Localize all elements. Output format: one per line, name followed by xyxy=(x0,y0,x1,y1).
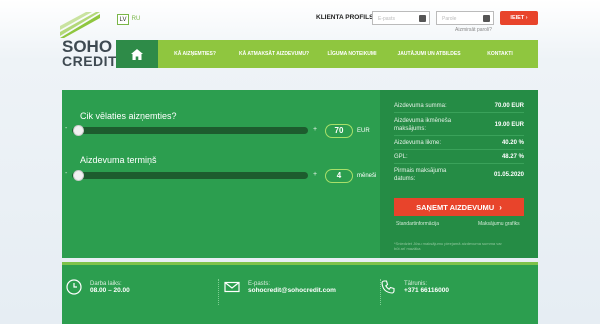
phone-value[interactable]: +371 66116000 xyxy=(404,287,449,294)
summary-label: Aizdevuma likme: xyxy=(394,140,442,146)
lang-ru[interactable]: RU xyxy=(130,14,142,25)
term-slider[interactable]: - xyxy=(65,170,308,181)
amount-unit: EUR xyxy=(357,128,370,134)
password-field[interactable]: Parole xyxy=(436,11,494,25)
logo-text-credit: CREDIT xyxy=(62,53,118,69)
term-slider-handle[interactable] xyxy=(73,170,84,181)
login-button[interactable]: IEIET › xyxy=(500,11,538,25)
amount-slider-handle[interactable] xyxy=(73,125,84,136)
summary-divider xyxy=(394,112,524,113)
nav-contacts[interactable]: KONTAKTI xyxy=(470,51,530,57)
nav-how-to-repay[interactable]: KĀ ATMAKSĀT AIZDEVUMU? xyxy=(232,51,316,57)
chevron-right-icon: › xyxy=(499,202,502,212)
envelope-icon xyxy=(224,281,240,293)
amount-value[interactable]: 70 xyxy=(325,124,353,138)
footer-email: E-pasts: sohocredit@sohocredit.com xyxy=(224,281,336,294)
summary-row: Pirmais maksājuma datums: 01.05.2020 xyxy=(394,167,524,183)
lang-lv[interactable]: LV xyxy=(117,14,129,25)
main-nav: KĀ AIZŅEMTIES? KĀ ATMAKSĀT AIZDEVUMU? LĪ… xyxy=(116,40,538,68)
phone-icon xyxy=(381,280,395,294)
login-button-label: IEIET xyxy=(510,15,525,21)
nav-faq[interactable]: JAUTĀJUMI UN ATBILDES xyxy=(388,51,470,57)
summary-divider xyxy=(394,163,524,164)
amount-question: Cik vēlaties aizņemties? xyxy=(80,111,177,121)
summary-value: 01.05.2020 xyxy=(493,172,524,178)
get-loan-button[interactable]: SAŅEMT AIZDEVUMU › xyxy=(394,198,524,216)
lock-icon xyxy=(483,15,490,22)
logo[interactable]: SOHO CREDIT xyxy=(58,10,118,72)
client-profile-label: KLIENTA PROFILS xyxy=(316,14,374,21)
email-value[interactable]: sohocredit@sohocredit.com xyxy=(248,287,336,294)
summary-label: Aizdevuma summa: xyxy=(394,103,447,109)
term-minus[interactable]: - xyxy=(65,170,67,177)
summary-value: 40.20 % xyxy=(501,140,524,146)
term-value[interactable]: 4 xyxy=(325,169,353,183)
forgot-password-link[interactable]: Aizmirsāt paroli? xyxy=(455,27,492,33)
email-placeholder: E-pasts xyxy=(378,16,395,22)
user-icon xyxy=(419,15,426,22)
footer-hours: Darba laiks: 08.00 – 20.00 xyxy=(66,279,130,295)
amount-minus[interactable]: - xyxy=(65,125,67,132)
standard-info-link[interactable]: Standartinformācija xyxy=(396,221,439,227)
home-icon xyxy=(131,48,143,60)
summary-divider xyxy=(394,149,524,150)
summary-row: Aizdevuma summa: 70.00 EUR xyxy=(394,102,524,110)
summary-row: Aizdevuma ikmēneša maksājums: 19.00 EUR xyxy=(394,117,524,133)
summary-label: Aizdevuma ikmēneša maksājums: xyxy=(394,118,452,132)
home-button[interactable] xyxy=(116,40,158,68)
summary-row: Aizdevuma likme: 40.20 % xyxy=(394,139,524,147)
clock-icon xyxy=(66,279,82,295)
email-field[interactable]: E-pasts xyxy=(372,11,430,25)
summary-value: 70.00 EUR xyxy=(494,103,524,109)
password-placeholder: Parole xyxy=(442,16,457,22)
summary-divider xyxy=(394,135,524,136)
footer-separator xyxy=(218,279,219,305)
term-unit: mēneši xyxy=(357,173,377,179)
footer: Darba laiks: 08.00 – 20.00 E-pasts: soho… xyxy=(62,262,538,324)
term-plus[interactable]: + xyxy=(313,171,317,178)
nav-how-to-borrow[interactable]: KĀ AIZŅEMTIES? xyxy=(158,51,232,57)
summary-value: 19.00 EUR xyxy=(494,122,524,128)
summary-label: Pirmais maksājuma datums: xyxy=(394,168,447,182)
payment-schedule-link[interactable]: Maksājumu grafiks xyxy=(478,221,520,227)
term-question: Aizdevuma termiņš xyxy=(80,155,157,165)
amount-plus[interactable]: + xyxy=(313,126,317,133)
hours-value: 08.00 – 20.00 xyxy=(90,287,130,294)
nav-terms[interactable]: LĪGUMA NOTEIKUMI xyxy=(316,51,388,57)
logo-text-soho: SOHO xyxy=(62,37,113,56)
summary-label: GPL: xyxy=(394,154,408,160)
summary-value: 48.27 % xyxy=(501,154,524,160)
disclaimer-note: *Sniedziet Jūsu maksājumu pieejamā aizde… xyxy=(394,241,502,251)
get-loan-label: SAŅEMT AIZDEVUMU xyxy=(416,202,495,212)
summary-row: GPL: 48.27 % xyxy=(394,153,524,161)
logo-stripes-icon xyxy=(60,12,100,38)
footer-phone: Tālrunis: +371 66116000 xyxy=(381,280,449,294)
amount-slider[interactable]: - xyxy=(65,125,308,136)
